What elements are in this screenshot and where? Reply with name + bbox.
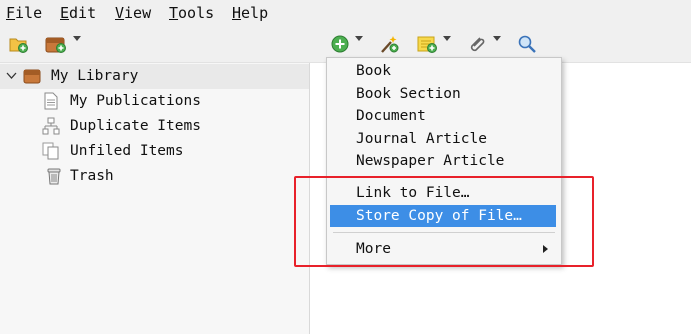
- locate-icon: [518, 35, 536, 53]
- add-attachment-button[interactable]: [466, 33, 488, 55]
- new-item-caret-icon[interactable]: [355, 36, 363, 41]
- menu-item-journal-article[interactable]: Journal Article: [330, 128, 556, 150]
- tree-item-my-publications[interactable]: My Publications: [0, 89, 309, 114]
- menu-item-book-section[interactable]: Book Section: [330, 83, 556, 105]
- new-library-caret-icon[interactable]: [73, 36, 81, 41]
- new-item-icon: [331, 35, 349, 53]
- chevron-down-icon[interactable]: [6, 72, 17, 80]
- duplicate-icon: [42, 117, 60, 135]
- menubar: File Edit View Tools Help: [0, 0, 691, 27]
- new-collection-icon: [9, 38, 28, 53]
- tree-item-my-library[interactable]: My Library: [0, 64, 309, 89]
- menu-file[interactable]: File: [6, 4, 42, 22]
- menu-help[interactable]: Help: [232, 4, 268, 22]
- unfiled-icon: [42, 142, 59, 160]
- add-attachment-caret-icon[interactable]: [493, 36, 501, 41]
- new-item-button[interactable]: [330, 33, 350, 55]
- publications-icon: [44, 92, 58, 110]
- locate-button[interactable]: [516, 33, 538, 55]
- new-note-button[interactable]: [416, 33, 438, 55]
- library-icon: [23, 69, 41, 84]
- tree-label: Trash: [70, 168, 114, 184]
- add-by-identifier-button[interactable]: [378, 33, 400, 55]
- trash-icon: [47, 168, 61, 185]
- new-note-icon: [417, 36, 437, 53]
- menu-item-label: Newspaper Article: [356, 153, 505, 169]
- menu-edit[interactable]: Edit: [60, 4, 96, 22]
- tree-item-trash[interactable]: Trash: [0, 164, 309, 189]
- menu-item-document[interactable]: Document: [330, 105, 556, 127]
- menu-item-book[interactable]: Book: [330, 60, 556, 82]
- menu-item-label: Journal Article: [356, 131, 487, 147]
- tree-label: Duplicate Items: [70, 118, 201, 134]
- tree-item-duplicate-items[interactable]: Duplicate Items: [0, 114, 309, 139]
- annotation-highlight-box: [294, 176, 594, 267]
- menu-item-label: Book: [356, 63, 391, 79]
- collections-pane: My Library My Publications Duplicate Ite…: [0, 63, 310, 334]
- tree-item-unfiled-items[interactable]: Unfiled Items: [0, 139, 309, 164]
- add-by-identifier-icon: [381, 36, 399, 53]
- menu-item-label: Document: [356, 108, 426, 124]
- new-collection-button[interactable]: [8, 33, 30, 55]
- menu-tools[interactable]: Tools: [169, 4, 214, 22]
- tree-label: My Library: [51, 68, 139, 84]
- tree-label: My Publications: [70, 93, 201, 109]
- menu-item-label: Book Section: [356, 86, 461, 102]
- new-note-caret-icon[interactable]: [443, 36, 451, 41]
- menu-view[interactable]: View: [115, 4, 151, 22]
- new-library-button[interactable]: [44, 33, 68, 55]
- menu-item-newspaper-article[interactable]: Newspaper Article: [330, 150, 556, 172]
- tree-label: Unfiled Items: [70, 143, 184, 159]
- add-attachment-icon: [470, 37, 485, 52]
- new-library-icon: [45, 37, 66, 53]
